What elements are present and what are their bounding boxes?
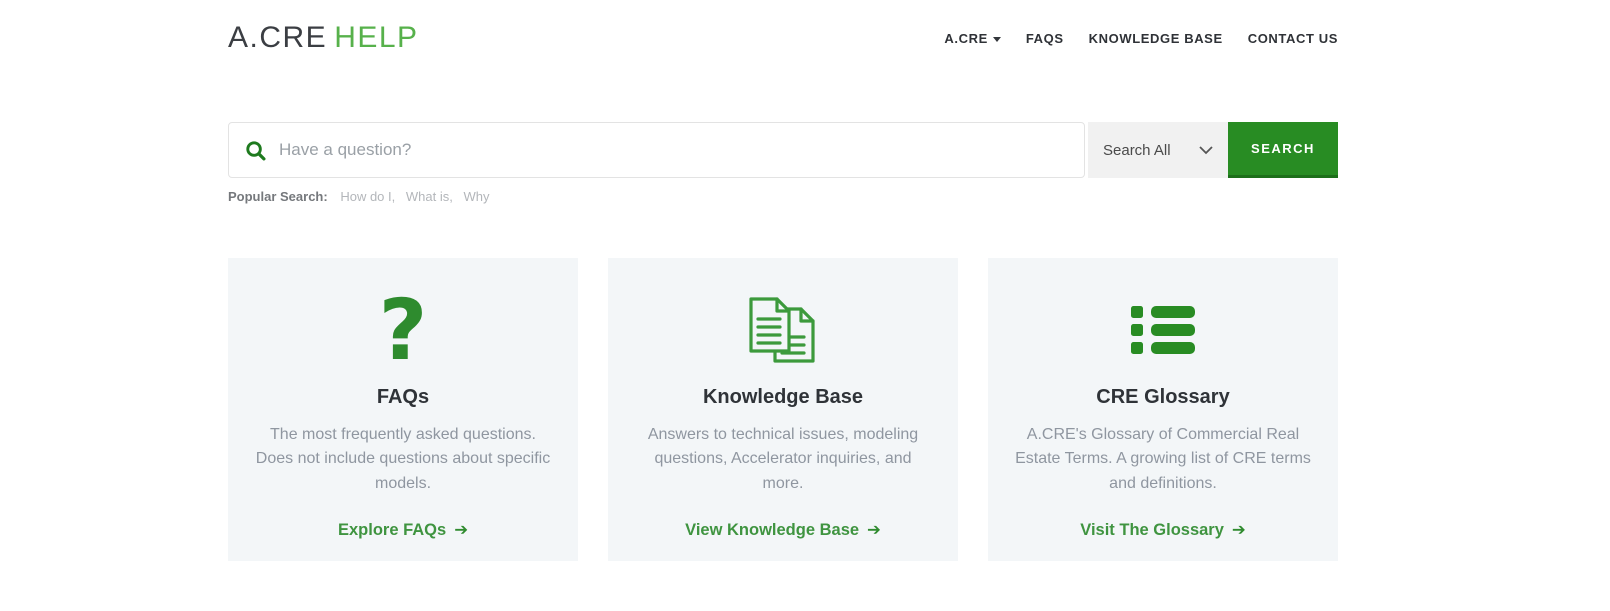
question-mark-glyph: ? bbox=[378, 281, 428, 379]
nav-item-label: KNOWLEDGE BASE bbox=[1088, 30, 1223, 46]
nav-item-acre[interactable]: A.CRE bbox=[944, 30, 1001, 46]
nav-item-label: A.CRE bbox=[944, 30, 988, 46]
search-button[interactable]: SEARCH bbox=[1228, 122, 1338, 178]
search-input-container bbox=[228, 122, 1085, 178]
arrow-right-icon: ➔ bbox=[867, 520, 881, 539]
link-label: Visit The Glossary bbox=[1080, 520, 1224, 539]
card-description: Answers to technical issues, modeling qu… bbox=[647, 426, 919, 492]
popular-search-item[interactable]: How do I, bbox=[340, 189, 395, 204]
search-input[interactable] bbox=[277, 139, 1068, 161]
nav-item-label: CONTACT US bbox=[1247, 30, 1338, 46]
main-nav: A.CRE FAQS KNOWLEDGE BASE CONTACT US bbox=[944, 31, 1338, 46]
popular-search-item[interactable]: Why bbox=[463, 189, 489, 204]
link-label: View Knowledge Base bbox=[685, 520, 860, 539]
card-description: A.CRE's Glossary of Commercial Real Esta… bbox=[1015, 426, 1311, 492]
card-description: The most frequently asked questions. Doe… bbox=[255, 426, 551, 492]
search-filter-value: Search All bbox=[1103, 141, 1171, 159]
help-cards: ? FAQs The most frequently asked questio… bbox=[228, 258, 1338, 561]
card-knowledge-base: Knowledge Base Answers to technical issu… bbox=[608, 258, 958, 561]
card-cre-glossary: CRE Glossary A.CRE's Glossary of Commerc… bbox=[988, 258, 1338, 561]
nav-item-contact-us[interactable]: CONTACT US bbox=[1248, 31, 1338, 46]
visit-glossary-link[interactable]: Visit The Glossary ➔ bbox=[1080, 520, 1246, 540]
documents-icon bbox=[749, 297, 815, 363]
card-title: Knowledge Base bbox=[702, 386, 864, 408]
card-faqs: ? FAQs The most frequently asked questio… bbox=[228, 258, 578, 561]
list-icon bbox=[1131, 306, 1195, 354]
popular-search-label: Popular Search: bbox=[228, 189, 328, 204]
logo-text-green: HELP bbox=[334, 21, 419, 54]
nav-item-faqs[interactable]: FAQS bbox=[1026, 31, 1064, 46]
site-header: A.CRE HELP A.CRE FAQS KNOWLEDGE BASE CONT… bbox=[0, 0, 1610, 68]
explore-faqs-link[interactable]: Explore FAQs ➔ bbox=[338, 520, 468, 540]
chevron-down-icon bbox=[1199, 145, 1213, 154]
main-content: Search All SEARCH Popular Search: How do… bbox=[0, 122, 1610, 561]
nav-item-label: FAQS bbox=[1025, 30, 1064, 46]
question-mark-icon: ? bbox=[228, 282, 578, 378]
nav-item-knowledge-base[interactable]: KNOWLEDGE BASE bbox=[1089, 31, 1223, 46]
card-title: CRE Glossary bbox=[1096, 386, 1230, 408]
search-bar: Search All SEARCH bbox=[228, 122, 1338, 178]
arrow-right-icon: ➔ bbox=[1231, 520, 1246, 539]
link-label: Explore FAQs bbox=[337, 520, 447, 539]
card-title: FAQs bbox=[376, 386, 430, 408]
view-knowledge-base-link[interactable]: View Knowledge Base ➔ bbox=[685, 520, 881, 540]
arrow-right-icon: ➔ bbox=[454, 520, 469, 539]
search-icon bbox=[246, 140, 266, 161]
site-logo[interactable]: A.CRE HELP bbox=[228, 21, 419, 55]
caret-down-icon bbox=[992, 36, 1001, 42]
logo-text-dark: A.CRE bbox=[228, 21, 328, 54]
search-filter-select[interactable]: Search All bbox=[1088, 122, 1228, 178]
popular-search-item[interactable]: What is, bbox=[406, 189, 453, 204]
popular-search-row: Popular Search: How do I, What is, Why bbox=[228, 189, 1338, 204]
